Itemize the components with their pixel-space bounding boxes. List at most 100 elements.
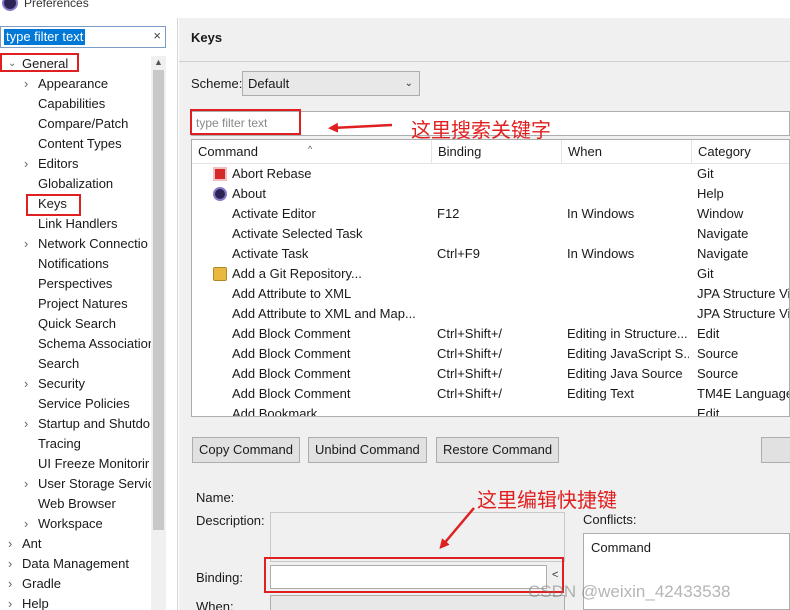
app-icon <box>2 0 18 11</box>
cell-category: Edit <box>697 326 720 341</box>
tree-item[interactable]: UI Freeze Monitorir <box>0 454 151 474</box>
tree-item[interactable]: › Ant <box>0 534 151 554</box>
table-row[interactable]: Add Attribute to XML JPA Structure Vie <box>192 284 789 304</box>
table-row[interactable]: Add Bookmark Edit <box>192 404 789 416</box>
chevron-right-icon[interactable]: › <box>8 574 12 594</box>
tree-item[interactable]: Capabilities <box>0 94 151 114</box>
tree-item[interactable]: › Appearance <box>0 74 151 94</box>
chevron-right-icon[interactable]: › <box>24 514 28 534</box>
chevron-right-icon[interactable]: › <box>8 534 12 554</box>
tree-item[interactable]: › Security <box>0 374 151 394</box>
table-row[interactable]: About Help <box>192 184 789 204</box>
filters-button[interactable] <box>761 437 790 463</box>
restore-command-button[interactable]: Restore Command <box>436 437 560 463</box>
preferences-tree-panel: type filter text × ⌄ General › Appearance Ca… <box>0 18 178 610</box>
cell-command: Add Block Comment <box>232 386 351 401</box>
when-select[interactable] <box>270 595 565 610</box>
chevron-right-icon[interactable]: › <box>24 74 28 94</box>
tree-filter-input[interactable]: type filter text × <box>0 26 166 48</box>
binding-label: Binding: <box>196 570 243 585</box>
tree-item-label: Keys <box>38 196 67 211</box>
tree-item-label: Appearance <box>38 76 109 91</box>
table-row[interactable]: Add Block Comment Ctrl+Shift+/ Editing Jav… <box>192 364 789 384</box>
tree-item[interactable]: Project Natures <box>0 294 151 314</box>
tree-item[interactable]: Content Types <box>0 134 151 154</box>
binding-input[interactable] <box>270 565 547 589</box>
tree-item[interactable]: Notifications <box>0 254 151 274</box>
tree-item[interactable]: Search <box>0 354 151 374</box>
chevron-right-icon[interactable]: › <box>24 234 28 254</box>
scroll-up-icon[interactable]: ▲ <box>154 57 163 67</box>
table-row[interactable]: Activate Task Ctrl+F9 In Windows Navigate <box>192 244 789 264</box>
commands-table[interactable]: Command ^ Binding When Category Abort Re… <box>191 139 790 417</box>
tree-item[interactable]: Schema Associatior <box>0 334 151 354</box>
tree-item[interactable]: Globalization <box>0 174 151 194</box>
table-row[interactable]: Add a Git Repository... Git <box>192 264 789 284</box>
cell-command: Add Block Comment <box>232 346 351 361</box>
tree-item[interactable]: › Editors <box>0 154 151 174</box>
cell-command: Add a Git Repository... <box>232 266 362 281</box>
table-row[interactable]: Add Block Comment Ctrl+Shift+/ Editing Tex… <box>192 384 789 404</box>
scrollbar-thumb[interactable] <box>153 70 164 530</box>
tree-item[interactable]: › Network Connectio <box>0 234 151 254</box>
tree-item[interactable]: › Workspace <box>0 514 151 534</box>
tree-item[interactable]: › Gradle <box>0 574 151 594</box>
tree-item[interactable]: Compare/Patch <box>0 114 151 134</box>
copy-command-button[interactable]: Copy Command <box>192 437 300 463</box>
cell-binding: Ctrl+Shift+/ <box>437 386 503 401</box>
command-filter-placeholder: type filter text <box>196 116 268 130</box>
tree-item-label: User Storage Servic <box>38 476 151 491</box>
tree-item-label: Web Browser <box>38 496 116 511</box>
tree-item[interactable]: Service Policies <box>0 394 151 414</box>
table-row[interactable]: Abort Rebase Git <box>192 164 789 184</box>
table-row[interactable]: Add Block Comment Ctrl+Shift+/ Editing Jav… <box>192 344 789 364</box>
chevron-right-icon[interactable]: › <box>24 474 28 494</box>
table-row[interactable]: Activate Selected Task Navigate <box>192 224 789 244</box>
cell-command: Activate Editor <box>232 206 316 221</box>
tree-item[interactable]: › User Storage Servic <box>0 474 151 494</box>
tree-item-label: Network Connectio <box>38 236 148 251</box>
tree-item-label: Search <box>38 356 80 371</box>
tree-item[interactable]: Keys <box>0 194 151 214</box>
cell-when: In Windows <box>567 206 635 221</box>
chevron-right-icon[interactable]: › <box>8 554 12 574</box>
tree-item[interactable]: Web Browser <box>0 494 151 514</box>
cell-binding: F12 <box>437 206 460 221</box>
tree-item[interactable]: Perspectives <box>0 274 151 294</box>
clear-icon[interactable]: × <box>153 28 161 43</box>
tree-scrollbar[interactable]: ▲ <box>151 56 166 610</box>
column-label: Command <box>198 144 258 159</box>
tree-item[interactable]: ⌄ General <box>0 54 151 74</box>
unbind-command-button[interactable]: Unbind Command <box>308 437 427 463</box>
tree-item-label: General <box>22 56 69 71</box>
preferences-tree: ⌄ General › Appearance Capabilities Compare/P… <box>0 54 151 610</box>
column-header-binding[interactable]: Binding <box>432 140 562 164</box>
column-header-command[interactable]: Command ^ <box>192 140 432 164</box>
tree-item-label: Gradle <box>22 576 62 591</box>
tree-item[interactable]: Link Handlers <box>0 214 151 234</box>
chevron-right-icon[interactable]: › <box>8 594 12 610</box>
page-title: Keys <box>191 30 223 45</box>
tree-item-label: Globalization <box>38 176 114 191</box>
tree-item-label: Content Types <box>38 136 122 151</box>
chevron-right-icon[interactable]: › <box>24 374 28 394</box>
tree-item[interactable]: › Startup and Shutdo <box>0 414 151 434</box>
column-header-category[interactable]: Category <box>692 140 789 164</box>
tree-item[interactable]: › Data Management <box>0 554 151 574</box>
table-row[interactable]: Add Attribute to XML and Map... JPA Struc… <box>192 304 789 324</box>
table-row[interactable]: Activate Editor F12 In Windows Window <box>192 204 789 224</box>
column-header-when[interactable]: When <box>562 140 692 164</box>
tree-item-label: Link Handlers <box>38 216 118 231</box>
tree-item[interactable]: Tracing <box>0 434 151 454</box>
cell-command: Add Block Comment <box>232 366 351 381</box>
binding-menu-chevron-icon[interactable]: < <box>552 569 558 581</box>
scheme-select[interactable]: Default ⌄ <box>242 71 420 96</box>
tree-item-label: Help <box>22 596 49 610</box>
table-row[interactable]: Add Block Comment Ctrl+Shift+/ Editing in … <box>192 324 789 344</box>
tree-item[interactable]: › Help <box>0 594 151 610</box>
tree-item-label: Security <box>38 376 85 391</box>
chevron-down-icon[interactable]: ⌄ <box>8 54 16 74</box>
chevron-right-icon[interactable]: › <box>24 414 28 434</box>
chevron-right-icon[interactable]: › <box>24 154 28 174</box>
tree-item[interactable]: Quick Search <box>0 314 151 334</box>
